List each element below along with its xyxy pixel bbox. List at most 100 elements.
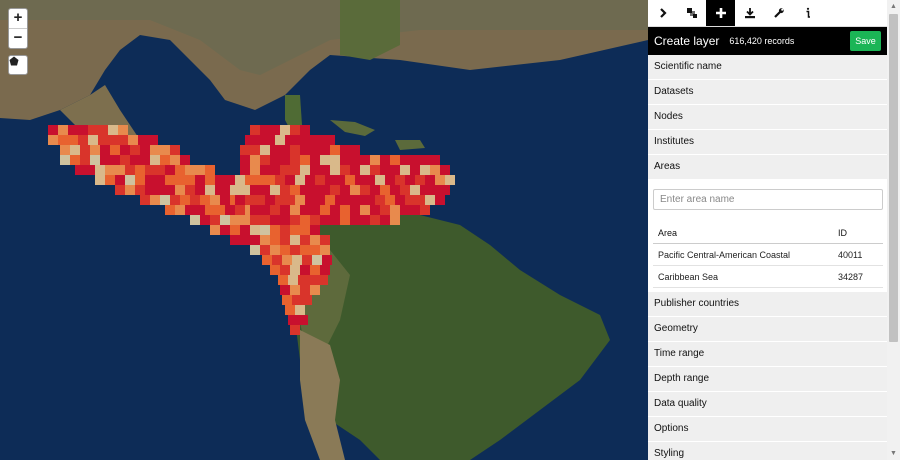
occurrence-cell bbox=[325, 195, 335, 205]
occurrence-cell bbox=[330, 145, 340, 155]
section-depth-range[interactable]: Depth range bbox=[648, 367, 887, 392]
section-time-range[interactable]: Time range bbox=[648, 342, 887, 367]
occurrence-cell bbox=[380, 215, 390, 225]
occurrence-cell bbox=[310, 265, 320, 275]
occurrence-cell bbox=[290, 235, 300, 245]
occurrence-cell bbox=[300, 185, 310, 195]
occurrence-cell bbox=[280, 225, 290, 235]
occurrence-cell bbox=[290, 125, 300, 135]
occurrence-cell bbox=[425, 175, 435, 185]
areas-panel: Area ID Pacific Central-American Coastal… bbox=[648, 180, 887, 292]
occurrence-cell bbox=[288, 315, 298, 325]
zoom-out-button[interactable]: − bbox=[9, 28, 27, 48]
occurrence-cell bbox=[260, 145, 270, 155]
occurrence-cell bbox=[270, 235, 280, 245]
save-button[interactable]: Save bbox=[850, 31, 881, 51]
occurrence-cell bbox=[320, 155, 330, 165]
occurrence-cell bbox=[320, 165, 330, 175]
tab-tools[interactable] bbox=[764, 0, 793, 26]
section-styling[interactable]: Styling bbox=[648, 442, 887, 460]
occurrence-cell bbox=[210, 195, 220, 205]
scroll-up-icon[interactable]: ▲ bbox=[887, 0, 900, 13]
occurrence-cell bbox=[300, 265, 310, 275]
occurrence-cell bbox=[120, 155, 130, 165]
section-datasets[interactable]: Datasets bbox=[648, 80, 887, 105]
occurrence-cell bbox=[148, 135, 158, 145]
occurrence-cell bbox=[320, 205, 330, 215]
occurrence-cell bbox=[260, 245, 270, 255]
occurrence-cell bbox=[295, 175, 305, 185]
occurrence-cell bbox=[310, 165, 320, 175]
occurrence-cell bbox=[292, 255, 302, 265]
occurrence-cell bbox=[310, 155, 320, 165]
zoom-in-button[interactable]: + bbox=[9, 9, 27, 28]
occurrence-cell bbox=[310, 245, 320, 255]
table-row[interactable]: Caribbean Sea 34287 bbox=[653, 265, 883, 288]
section-publisher-countries[interactable]: Publisher countries bbox=[648, 292, 887, 317]
occurrence-cell bbox=[272, 255, 282, 265]
occurrence-cell bbox=[250, 205, 260, 215]
scroll-down-icon[interactable]: ▼ bbox=[887, 447, 900, 460]
layers-icon bbox=[686, 8, 697, 18]
occurrence-cell bbox=[230, 215, 240, 225]
occurrence-cell bbox=[400, 165, 410, 175]
occurrence-cell bbox=[280, 185, 290, 195]
occurrence-cell bbox=[70, 155, 80, 165]
occurrence-cell bbox=[98, 135, 108, 145]
occurrence-cell bbox=[322, 255, 332, 265]
occurrence-cell bbox=[430, 155, 440, 165]
occurrence-cell bbox=[320, 265, 330, 275]
occurrence-cell bbox=[270, 145, 280, 155]
occurrence-cell bbox=[280, 165, 290, 175]
section-areas[interactable]: Areas bbox=[648, 155, 887, 180]
section-options[interactable]: Options bbox=[648, 417, 887, 442]
occurrence-cell bbox=[405, 195, 415, 205]
scrollbar-thumb[interactable] bbox=[889, 14, 898, 342]
occurrence-cell bbox=[270, 165, 280, 175]
occurrence-cell bbox=[380, 205, 390, 215]
tab-download[interactable] bbox=[735, 0, 764, 26]
table-row[interactable]: Pacific Central-American Coastal 40011 bbox=[653, 243, 883, 266]
occurrence-cell bbox=[430, 165, 440, 175]
occurrence-cell bbox=[385, 195, 395, 205]
occurrence-cell bbox=[355, 175, 365, 185]
occurrence-cell bbox=[270, 245, 280, 255]
occurrence-cell bbox=[250, 245, 260, 255]
occurrence-cell bbox=[68, 135, 78, 145]
occurrence-cell bbox=[145, 185, 155, 195]
occurrence-cell bbox=[300, 285, 310, 295]
occurrence-cell bbox=[110, 145, 120, 155]
panel-scrollbar[interactable]: ▲ ▼ bbox=[887, 0, 900, 460]
create-layer-header: Create layer 616,420 records Save bbox=[648, 27, 887, 55]
occurrence-cell bbox=[330, 155, 340, 165]
occurrence-cell bbox=[320, 215, 330, 225]
occurrence-cell bbox=[445, 175, 455, 185]
occurrence-cell bbox=[350, 145, 360, 155]
map-view[interactable]: + − bbox=[0, 0, 648, 460]
occurrence-cell bbox=[325, 175, 335, 185]
occurrence-cell bbox=[370, 215, 380, 225]
occurrence-cell bbox=[105, 165, 115, 175]
draw-polygon-button[interactable] bbox=[8, 55, 28, 75]
tab-layers[interactable] bbox=[677, 0, 706, 26]
occurrence-cell bbox=[180, 155, 190, 165]
tab-info[interactable] bbox=[793, 0, 822, 26]
section-institutes[interactable]: Institutes bbox=[648, 130, 887, 155]
occurrence-cell bbox=[285, 305, 295, 315]
occurrence-cell bbox=[270, 155, 280, 165]
tab-collapse[interactable] bbox=[648, 0, 677, 26]
section-data-quality[interactable]: Data quality bbox=[648, 392, 887, 417]
section-geometry[interactable]: Geometry bbox=[648, 317, 887, 342]
section-scientific-name[interactable]: Scientific name bbox=[648, 55, 887, 80]
area-search-input[interactable] bbox=[653, 189, 883, 210]
occurrence-cell bbox=[240, 165, 250, 175]
occurrence-cell bbox=[270, 215, 280, 225]
section-nodes[interactable]: Nodes bbox=[648, 105, 887, 130]
occurrence-cell bbox=[375, 175, 385, 185]
tab-create-layer[interactable] bbox=[706, 0, 735, 26]
occurrence-cell bbox=[195, 165, 205, 175]
occurrence-cell bbox=[200, 195, 210, 205]
occurrence-cell bbox=[75, 165, 85, 175]
occurrence-cell bbox=[250, 165, 260, 175]
occurrence-cell bbox=[88, 135, 98, 145]
